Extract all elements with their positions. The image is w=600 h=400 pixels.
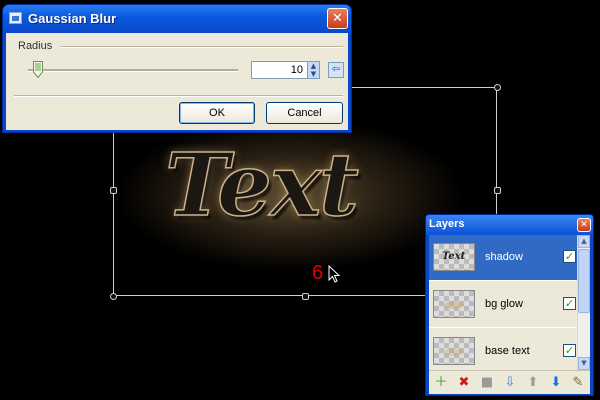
selection-handle-top-right[interactable]: [494, 84, 501, 91]
duplicate-layer-icon[interactable]: ■: [479, 375, 495, 391]
mouse-pointer-icon: [328, 265, 341, 283]
layer-thumbnail: [433, 337, 475, 365]
move-layer-down-icon[interactable]: ⬇: [548, 375, 564, 391]
window-icon: [9, 12, 22, 24]
layers-scrollbar[interactable]: ▲ ▼: [577, 235, 590, 370]
radius-slider-track[interactable]: [28, 69, 238, 72]
selection-handle-bottom-left[interactable]: [110, 293, 117, 300]
layer-item[interactable]: base text ✓: [429, 329, 577, 370]
selection-handle-right[interactable]: [494, 187, 501, 194]
radius-label: Radius: [18, 40, 53, 52]
layer-name: base text: [485, 345, 530, 357]
layer-item[interactable]: Text shadow ✓: [429, 235, 577, 281]
radius-value-input[interactable]: 10: [251, 61, 308, 79]
layer-item[interactable]: bg glow ✓: [429, 282, 577, 328]
layer-visibility-checkbox[interactable]: ✓: [563, 250, 576, 263]
radius-slider-thumb[interactable]: [33, 61, 43, 78]
scroll-up-icon[interactable]: ▲: [578, 235, 590, 248]
group-divider: [61, 46, 343, 48]
layers-title-bar[interactable]: Layers ✕: [426, 215, 593, 235]
annotation-number-6: 6: [312, 262, 324, 284]
spin-down-icon[interactable]: ▼: [308, 70, 319, 78]
scroll-down-icon[interactable]: ▼: [578, 357, 590, 370]
dialog-body: Radius 10 ▲ ▼ ⇦ OK Cancel: [6, 33, 348, 130]
dialog-close-button[interactable]: ✕: [327, 8, 348, 29]
layers-panel: Layers ✕ Text shadow ✓ bg glow ✓ base te…: [425, 214, 594, 396]
layers-toolbar: ＋ ✖ ■ ⇩ ⬆ ⬇ ✎: [429, 370, 590, 394]
layer-visibility-checkbox[interactable]: ✓: [563, 344, 576, 357]
dialog-title-bar[interactable]: Gaussian Blur ✕: [3, 5, 351, 33]
layer-thumb-text: Text: [442, 251, 466, 262]
selection-handle-bottom[interactable]: [302, 293, 309, 300]
scrollbar-thumb[interactable]: [578, 249, 590, 313]
reset-radius-button[interactable]: ⇦: [328, 62, 344, 78]
spin-up-icon[interactable]: ▲: [308, 62, 319, 70]
cancel-button[interactable]: Cancel: [266, 102, 343, 124]
gaussian-blur-dialog: Gaussian Blur ✕ Radius 10 ▲ ▼ ⇦ OK Cance…: [2, 4, 352, 133]
layer-visibility-checkbox[interactable]: ✓: [563, 297, 576, 310]
layer-name: shadow: [485, 251, 523, 263]
layer-properties-icon[interactable]: ✎: [570, 375, 586, 391]
layers-title: Layers: [429, 218, 465, 230]
layer-name: bg glow: [485, 298, 523, 310]
radius-spinner[interactable]: ▲ ▼: [307, 61, 320, 79]
ok-button[interactable]: OK: [179, 102, 255, 124]
add-layer-icon[interactable]: ＋: [433, 375, 449, 391]
move-layer-up-icon[interactable]: ⬆: [525, 375, 541, 391]
layers-list: Text shadow ✓ bg glow ✓ base text ✓ ▲ ▼: [429, 235, 590, 370]
delete-layer-icon[interactable]: ✖: [456, 375, 472, 391]
merge-layer-down-icon[interactable]: ⇩: [502, 375, 518, 391]
layer-thumbnail: [433, 290, 475, 318]
layers-close-button[interactable]: ✕: [577, 218, 591, 232]
button-separator: [14, 95, 343, 97]
layer-thumbnail: Text: [433, 243, 475, 271]
selection-handle-left[interactable]: [110, 187, 117, 194]
dialog-title: Gaussian Blur: [28, 11, 117, 26]
